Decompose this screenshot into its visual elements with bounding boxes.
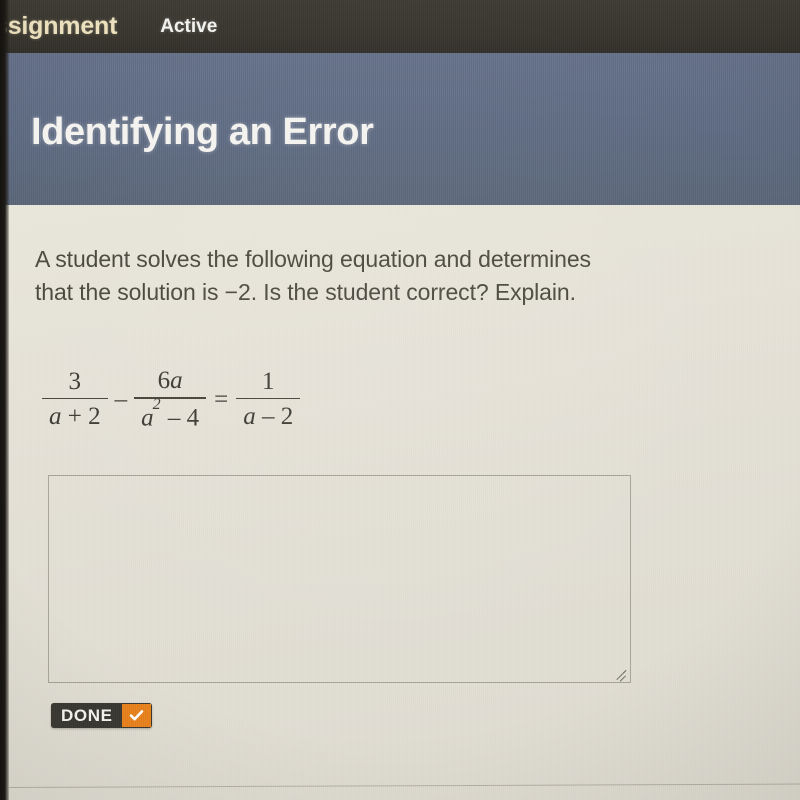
fraction-term-3: 1 a – 2: [236, 367, 301, 429]
top-navigation-bar: ssignment Active: [0, 0, 800, 53]
fraction-2-numerator-coeff: 6: [157, 367, 171, 394]
answer-textarea-wrapper[interactable]: [48, 475, 631, 683]
fraction-2-denominator-variable: a: [141, 403, 154, 431]
fraction-1-denominator-rest: + 2: [61, 403, 101, 431]
fraction-2-numerator: 6a: [151, 368, 190, 397]
question-prompt: A student solves the following equation …: [35, 246, 591, 305]
fraction-3-numerator: 1: [261, 367, 275, 395]
fraction-1-denominator: a + 2: [42, 399, 108, 429]
fraction-2-denominator-rest: – 4: [161, 403, 200, 431]
fraction-1-denominator-variable: a: [49, 403, 62, 431]
done-button-label: DONE: [51, 703, 122, 728]
lesson-header-band: Identifying an Error: [0, 53, 800, 205]
minus-operator: –: [114, 385, 128, 413]
fraction-2-numerator-variable: a: [170, 367, 183, 394]
fraction-3-denominator-rest: – 2: [255, 403, 294, 431]
check-icon: [121, 703, 152, 728]
tab-assignment[interactable]: ssignment: [0, 12, 117, 41]
fraction-term-1: 3 a + 2: [42, 367, 108, 429]
equals-operator: =: [214, 385, 229, 413]
fraction-2-denominator: a2 – 4: [134, 395, 206, 431]
fraction-term-2: 6a a2 – 4: [134, 368, 207, 431]
fraction-3-denominator: a – 2: [236, 399, 300, 429]
done-button[interactable]: DONE: [51, 703, 152, 728]
fraction-2-denominator-exponent: 2: [152, 395, 161, 413]
answer-input[interactable]: [49, 476, 630, 682]
fraction-3-denominator-variable: a: [243, 403, 256, 431]
photo-left-edge: [0, 0, 9, 800]
fraction-1-numerator: 3: [68, 367, 82, 395]
screenshot-root: ssignment Active Identifying an Error A …: [0, 0, 800, 800]
tab-active[interactable]: Active: [160, 16, 217, 38]
equation-display: 3 a + 2 – 6a a2 – 4 = 1 a – 2: [42, 367, 301, 431]
page-title: Identifying an Error: [31, 111, 374, 153]
top-tab-list: ssignment Active: [0, 0, 217, 53]
